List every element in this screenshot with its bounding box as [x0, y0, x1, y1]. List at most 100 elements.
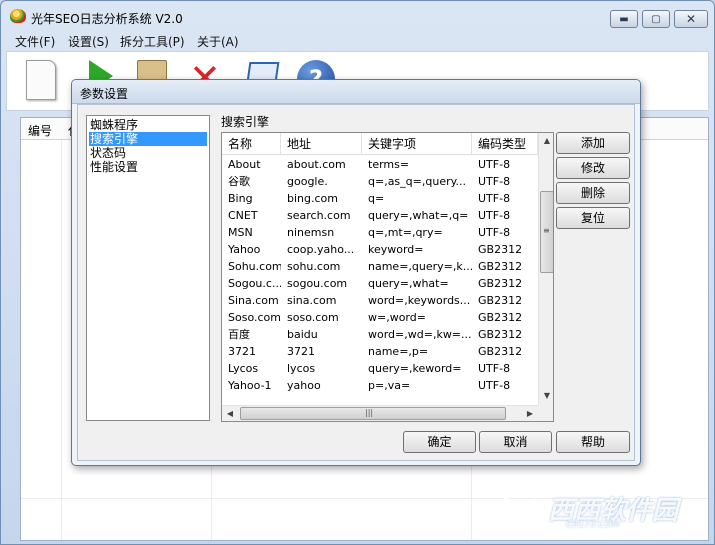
table-row[interactable]: Yahoo coop.yaho... keyword= GB2312	[222, 241, 538, 258]
cell-name: 3721	[228, 345, 256, 358]
table-row[interactable]: Yahoo-1 yahoo p=,va= UTF-8	[222, 377, 538, 394]
table-row[interactable]: Sogou.c... sogou.com query=,what= GB2312	[222, 275, 538, 292]
scroll-up-arrow-icon[interactable]: ▲	[539, 133, 553, 149]
cell-encoding: GB2312	[478, 294, 523, 307]
modify-button[interactable]: 修改	[556, 157, 630, 179]
table-row[interactable]: 谷歌 google. q=,as_q=,query... UTF-8	[222, 173, 538, 190]
cell-address: sina.com	[287, 294, 337, 307]
table-row[interactable]: 百度 baidu word=,wd=,kw=... GB2312	[222, 326, 538, 343]
column-header-name[interactable]: 名称	[222, 133, 281, 155]
horizontal-scrollbar[interactable]: ◀ ||| ▶	[222, 405, 538, 421]
title-bar[interactable]: 光年SEO日志分析系统 V2.0 ▬ ▢ ✕	[1, 1, 714, 31]
column-header-encoding[interactable]: 编码类型	[472, 133, 538, 155]
close-button[interactable]: ✕	[674, 10, 708, 28]
reset-button[interactable]: 复位	[556, 207, 630, 229]
cell-address: 3721	[287, 345, 315, 358]
table-body: About about.com terms= UTF-8 谷歌 google. q=,as_…	[222, 156, 538, 401]
cell-name: MSN	[228, 226, 253, 239]
column-header-address[interactable]: 地址	[281, 133, 362, 155]
table-row[interactable]: Lycos lycos query=,keword= UTF-8	[222, 360, 538, 377]
cell-address: ninemsn	[287, 226, 335, 239]
list-column-id[interactable]: 编号	[28, 122, 52, 139]
new-document-icon	[26, 60, 56, 100]
cell-keyword: terms=	[368, 158, 410, 171]
cell-name: About	[228, 158, 261, 171]
settings-category-tree[interactable]: 蜘蛛程序 搜索引擎 状态码 性能设置	[86, 115, 210, 421]
cell-encoding: GB2312	[478, 243, 523, 256]
tree-item-spider[interactable]: 蜘蛛程序	[89, 118, 139, 132]
ok-button[interactable]: 确定	[403, 431, 476, 453]
cell-encoding: GB2312	[478, 277, 523, 290]
column-header-keyword[interactable]: 关键字项	[362, 133, 472, 155]
delete-entry-button[interactable]: 删除	[556, 182, 630, 204]
cell-keyword: q=,as_q=,query...	[368, 175, 467, 188]
table-row[interactable]: MSN ninemsn q=,mt=,qry= UTF-8	[222, 224, 538, 241]
tree-item-status-code[interactable]: 状态码	[89, 146, 127, 160]
vertical-scrollbar[interactable]: ▲ ≡ ▼	[538, 133, 553, 405]
menu-bar: 文件(F) 设置(S) 拆分工具(P) 关于(A)	[1, 31, 714, 51]
horizontal-scroll-thumb[interactable]: |||	[240, 407, 506, 420]
table-row[interactable]: Sina.com sina.com word=,keywords... GB2312	[222, 292, 538, 309]
watermark-logo-icon	[500, 490, 544, 530]
menu-about[interactable]: 关于(A)	[197, 33, 239, 50]
cell-name: CNET	[228, 209, 258, 222]
table-row[interactable]: Bing bing.com q= UTF-8	[222, 190, 538, 207]
grid-line	[61, 140, 62, 540]
table-row[interactable]: 3721 3721 name=,p= GB2312	[222, 343, 538, 360]
tree-item-search-engine[interactable]: 搜索引擎	[89, 132, 207, 146]
settings-dialog: 参数设置 蜘蛛程序 搜索引擎 状态码 性能设置 搜索引擎 名称 地址 关键字项 …	[71, 79, 641, 466]
cell-address: coop.yaho...	[287, 243, 355, 256]
maximize-button[interactable]: ▢	[642, 10, 670, 28]
cell-address: baidu	[287, 328, 318, 341]
cell-address: sogou.com	[287, 277, 348, 290]
cell-encoding: GB2312	[478, 345, 523, 358]
cell-name: Yahoo	[228, 243, 261, 256]
scroll-left-arrow-icon[interactable]: ◀	[222, 406, 238, 421]
vertical-scroll-thumb[interactable]: ≡	[540, 191, 553, 273]
scroll-right-arrow-icon[interactable]: ▶	[522, 406, 538, 421]
cell-keyword: q=,mt=,qry=	[368, 226, 443, 239]
table-row[interactable]: Sohu.com sohu.com name=,query=,k... GB2312	[222, 258, 538, 275]
cell-keyword: p=,va=	[368, 379, 411, 392]
search-engine-table[interactable]: 名称 地址 关键字项 编码类型 About about.com terms= UTF-…	[221, 132, 554, 422]
cell-name: Sogou.c...	[228, 277, 281, 290]
cell-keyword: keyword=	[368, 243, 424, 256]
section-label: 搜索引擎	[221, 115, 270, 129]
scroll-down-arrow-icon[interactable]: ▼	[539, 388, 553, 404]
cell-address: soso.com	[287, 311, 339, 324]
table-row[interactable]: Soso.com soso.com w=,word= GB2312	[222, 309, 538, 326]
minimize-button[interactable]: ▬	[610, 10, 638, 28]
dialog-title: 参数设置	[80, 87, 129, 101]
cell-name: 谷歌	[228, 175, 250, 188]
table-header: 名称 地址 关键字项 编码类型	[222, 133, 538, 155]
menu-settings[interactable]: 设置(S)	[68, 33, 109, 50]
cell-encoding: GB2312	[478, 260, 523, 273]
menu-file[interactable]: 文件(F)	[15, 33, 55, 50]
new-document-button[interactable]	[21, 58, 63, 106]
cell-keyword: word=,keywords...	[368, 294, 471, 307]
table-row[interactable]: About about.com terms= UTF-8	[222, 156, 538, 173]
cell-keyword: query=,what=,q=	[368, 209, 469, 222]
add-button[interactable]: 添加	[556, 132, 630, 154]
cell-name: Bing	[228, 192, 253, 205]
cell-name: 百度	[228, 328, 250, 341]
cell-encoding: UTF-8	[478, 158, 511, 171]
cell-encoding: UTF-8	[478, 362, 511, 375]
dialog-title-bar[interactable]: 参数设置	[72, 80, 640, 104]
cell-encoding: UTF-8	[478, 175, 511, 188]
watermark: 西西软件园 CR173.COM	[500, 486, 700, 534]
cell-keyword: name=,query=,k...	[368, 260, 472, 273]
cell-address: search.com	[287, 209, 351, 222]
cell-name: Soso.com	[228, 311, 281, 324]
cell-encoding: UTF-8	[478, 192, 511, 205]
window-title: 光年SEO日志分析系统 V2.0	[31, 12, 183, 26]
grip-icon: ≡	[543, 226, 550, 235]
menu-split-tools[interactable]: 拆分工具(P)	[120, 33, 185, 50]
cancel-button[interactable]: 取消	[479, 431, 552, 453]
table-row[interactable]: CNET search.com query=,what=,q= UTF-8	[222, 207, 538, 224]
cell-encoding: GB2312	[478, 328, 523, 341]
help-button[interactable]: 帮助	[556, 431, 630, 453]
cell-encoding: GB2312	[478, 311, 523, 324]
tree-item-performance[interactable]: 性能设置	[89, 160, 139, 174]
cell-name: Sina.com	[228, 294, 279, 307]
